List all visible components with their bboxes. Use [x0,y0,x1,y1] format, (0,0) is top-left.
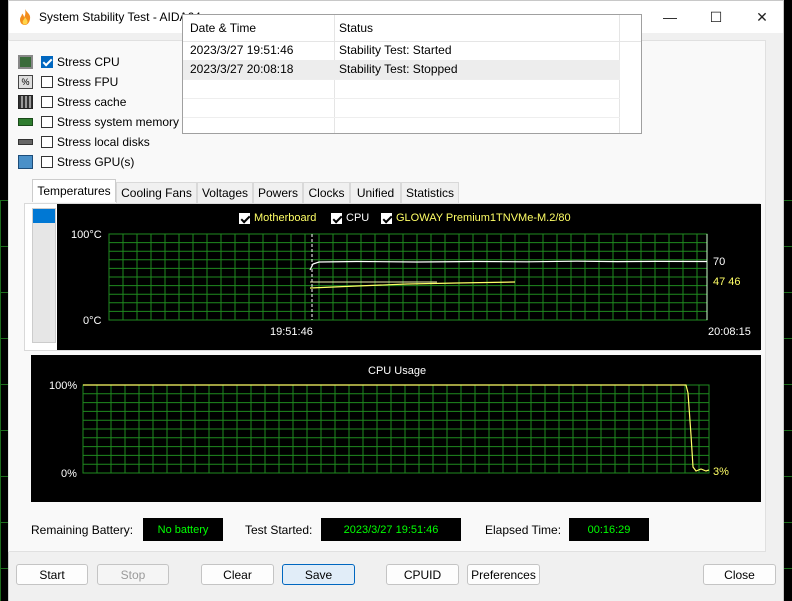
stress-gpu-option[interactable]: Stress GPU(s) [18,153,134,171]
log-status: Stability Test: Started [339,43,452,57]
cpu-usage-grid [82,384,710,474]
maximize-button[interactable]: ☐ [693,1,739,33]
window-title: System Stability Test - AIDA64 [39,10,201,24]
close-button[interactable]: Close [703,564,776,585]
stress-memory-option[interactable]: Stress system memory [18,113,179,131]
temperature-plot [108,233,708,321]
temperature-chart: Motherboard CPU GLOWAY Premium1TNVMe-M.2… [57,204,761,350]
stress-cpu-option[interactable]: Stress CPU [18,53,120,71]
stress-gpu-label: Stress GPU(s) [57,155,135,169]
gpu-icon [18,155,33,169]
elapsed-time-value: 00:16:29 [569,518,649,541]
tab-temperatures[interactable]: Temperatures [32,179,116,202]
stress-memory-checkbox[interactable] [41,116,53,128]
battery-value: No battery [143,518,223,541]
stress-cache-label: Stress cache [57,95,127,109]
cpu-icon [18,55,33,69]
table-row[interactable]: 2023/3/27 19:51:46 Stability Test: Start… [183,41,620,60]
tab-label: Voltages [201,186,249,200]
stress-cpu-checkbox[interactable] [41,56,53,68]
stress-fpu-option[interactable]: % Stress FPU [18,73,118,91]
stop-button[interactable]: Stop [97,564,169,585]
memory-icon [18,118,33,126]
sensor-list-scrollbar[interactable] [32,208,56,343]
aida64-flame-icon [20,9,31,25]
close-window-button[interactable]: ✕ [739,1,785,33]
maximize-icon: ☐ [709,8,723,25]
stress-disks-label: Stress local disks [57,135,150,149]
start-button[interactable]: Start [16,564,88,585]
tab-powers[interactable]: Powers [253,182,303,203]
cache-icon [18,95,33,109]
motherboard-temperature-line [309,281,516,289]
stress-cache-option[interactable]: Stress cache [18,93,126,111]
tab-label: Unified [356,186,395,200]
temperature-grid [108,233,708,321]
event-log-list[interactable]: Date & Time Status 2023/3/27 19:51:46 St… [182,14,642,134]
tab-voltages[interactable]: Voltages [197,182,253,203]
tab-label: Temperatures [37,184,111,198]
tab-clocks[interactable]: Clocks [303,182,350,203]
tab-unified[interactable]: Unified [350,182,401,203]
log-header-datetime[interactable]: Date & Time [190,21,256,35]
table-row[interactable]: 2023/3/27 20:08:18 Stability Test: Stopp… [183,60,620,79]
stress-fpu-checkbox[interactable] [41,76,53,88]
test-started-value: 2023/3/27 19:51:46 [321,518,461,541]
tab-label: Cooling Fans [121,186,192,200]
stress-disks-checkbox[interactable] [41,136,53,148]
log-header-status[interactable]: Status [339,21,373,35]
cpu-usage-chart: CPU Usage 100% 0% 3% [31,355,761,502]
clear-button[interactable]: Clear [201,564,274,585]
log-status: Stability Test: Stopped [339,62,458,76]
stress-cpu-label: Stress CPU [57,55,120,69]
save-button[interactable]: Save [282,564,355,585]
preferences-button[interactable]: Preferences [467,564,540,585]
fpu-icon: % [18,75,33,89]
tab-label: Clocks [308,186,345,200]
log-time: 2023/3/27 19:51:46 [190,43,294,57]
tab-label: Statistics [405,186,454,200]
close-icon: ✕ [756,8,768,25]
stress-disks-option[interactable]: Stress local disks [18,133,150,151]
cpuid-button[interactable]: CPUID [386,564,459,585]
log-time: 2023/3/27 20:08:18 [190,62,294,76]
test-started-label: Test Started: [245,523,313,537]
scroll-thumb[interactable] [33,209,55,223]
log-header: Date & Time Status [183,15,641,42]
stress-gpu-checkbox[interactable] [41,156,53,168]
cpu-usage-plot [82,384,710,474]
stress-fpu-label: Stress FPU [57,75,119,89]
minimize-icon: — [663,9,677,25]
tab-statistics[interactable]: Statistics [401,182,459,203]
disk-icon [18,139,33,145]
minimize-button[interactable]: — [647,1,693,33]
stress-cache-checkbox[interactable] [41,96,53,108]
stress-memory-label: Stress system memory [57,115,180,129]
battery-label: Remaining Battery: [31,523,134,537]
tab-cooling-fans[interactable]: Cooling Fans [116,182,197,203]
elapsed-time-label: Elapsed Time: [485,523,562,537]
tab-label: Powers [257,186,298,200]
